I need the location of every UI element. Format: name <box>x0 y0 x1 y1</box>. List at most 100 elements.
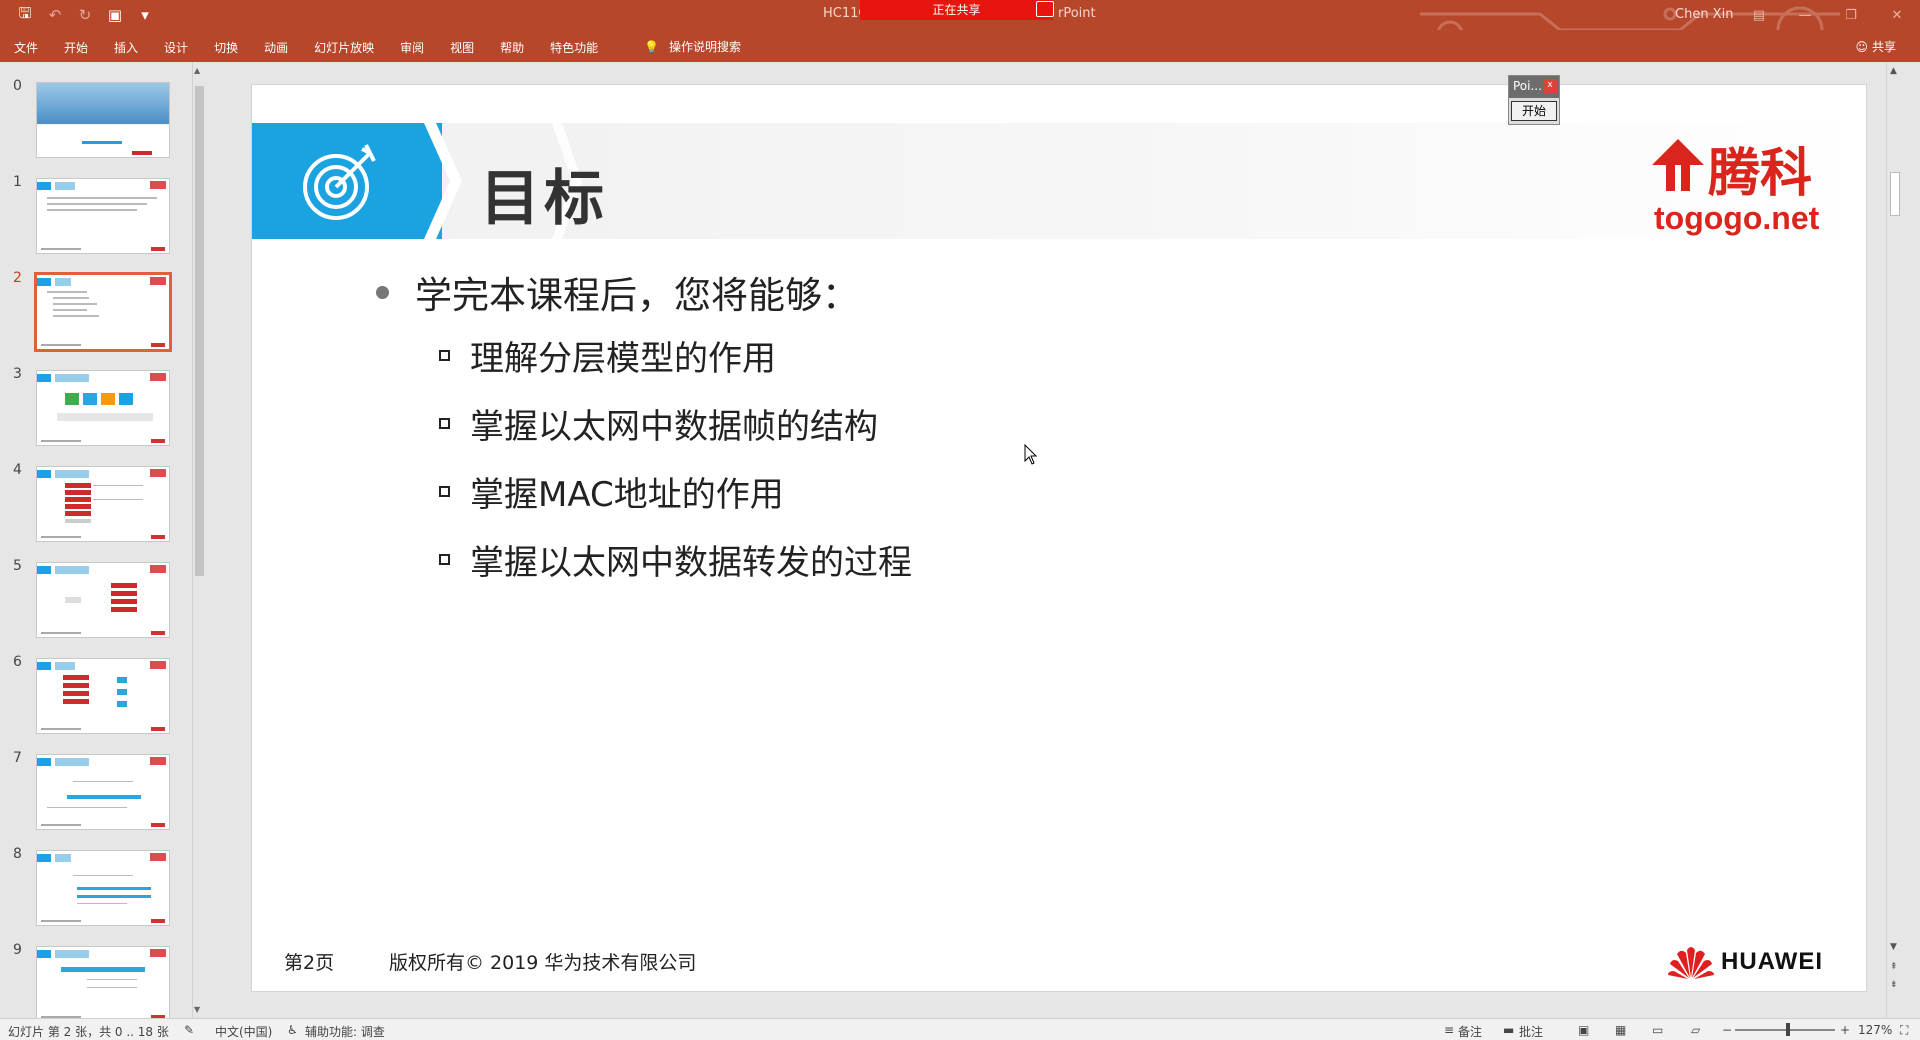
sub-bullet[interactable]: 理解分层模型的作用 <box>439 331 776 380</box>
close-icon[interactable]: ✕ <box>1874 0 1920 30</box>
accessibility-status[interactable]: 辅助功能: 调查 <box>305 1023 385 1040</box>
tab-insert[interactable]: 插入 <box>114 39 138 56</box>
slide-thumbnails-pane: 0 1 2 3 4 5 6 7 8 9 <box>0 62 192 1018</box>
slide-counter[interactable]: 幻灯片 第 2 张，共 0 .. 18 张 <box>8 1023 169 1040</box>
language-indicator[interactable]: 中文(中国) <box>215 1023 272 1040</box>
reading-view-icon[interactable]: ▭ <box>1652 1023 1663 1037</box>
lightbulb-icon: 💡 <box>644 39 659 54</box>
sub-bullet-text: 掌握以太网中数据转发的过程 <box>470 543 912 583</box>
sub-bullet[interactable]: 掌握以太网中数据帧的结构 <box>439 399 878 448</box>
thumbnail-number: 8 <box>13 846 22 862</box>
bullet-square-icon <box>439 418 450 429</box>
slide-thumbnail[interactable] <box>36 850 170 926</box>
togogo-logo-url: togogo.net <box>1654 200 1820 236</box>
thumbnail-row[interactable]: 6 <box>0 650 192 746</box>
bullet-square-icon <box>439 350 450 361</box>
slideshow-view-icon[interactable]: ▱ <box>1691 1023 1700 1037</box>
footer-copyright: 版权所有© 2019 华为技术有限公司 <box>389 952 697 974</box>
accessibility-icon[interactable]: ♿ <box>287 1023 298 1037</box>
slide-thumbnail[interactable] <box>36 754 170 830</box>
previous-slide-icon[interactable]: ⇞ <box>1890 962 1898 972</box>
undo-icon[interactable]: ↶ <box>44 4 66 26</box>
tab-home[interactable]: 开始 <box>64 39 88 56</box>
thumbnail-row[interactable]: 3 <box>0 362 192 458</box>
tab-review[interactable]: 审阅 <box>400 39 424 56</box>
share-button[interactable]: ☺ 共享 <box>1855 38 1896 55</box>
pointer-tool-window[interactable]: Poi... x 开始 <box>1508 75 1560 125</box>
save-icon[interactable]: 🖫 <box>14 4 36 26</box>
slide-scrollbar[interactable]: ▲ ▼ ⇞ ⇟ <box>1886 62 1902 1018</box>
thumbnail-number: 1 <box>13 174 22 190</box>
screen-share-banner[interactable]: 正在共享 <box>860 0 1053 20</box>
zoom-in-icon[interactable]: + <box>1840 1023 1850 1037</box>
thumbnail-row[interactable]: 4 <box>0 458 192 554</box>
tell-me-search[interactable]: 💡 操作说明搜索 <box>644 38 741 55</box>
zoom-slider[interactable] <box>1735 1029 1835 1031</box>
screen-share-icon[interactable] <box>1036 1 1054 17</box>
thumbnail-row[interactable]: 7 <box>0 746 192 842</box>
zoom-slider-thumb[interactable] <box>1786 1023 1790 1036</box>
slide-thumbnail[interactable] <box>36 658 170 734</box>
scroll-up-icon[interactable]: ▲ <box>194 66 200 75</box>
slide-thumbnail[interactable] <box>36 466 170 542</box>
user-name[interactable]: Chen Xin <box>1675 7 1733 22</box>
thumbnails-scrollbar[interactable]: ▲ ▼ <box>192 62 206 1018</box>
slide-thumbnail[interactable] <box>36 370 170 446</box>
thumbnail-row[interactable]: 9 <box>0 938 192 1018</box>
tab-transitions[interactable]: 切换 <box>214 39 238 56</box>
fit-to-window-icon[interactable]: ⛶ <box>1900 1023 1908 1038</box>
ribbon-display-icon[interactable]: ▤ <box>1736 0 1782 30</box>
thumbnail-row[interactable]: 8 <box>0 842 192 938</box>
pointer-window-close-button[interactable]: x <box>1543 79 1557 93</box>
bullet-square-icon <box>439 486 450 497</box>
zoom-out-icon[interactable]: − <box>1722 1023 1732 1037</box>
scroll-up-icon[interactable]: ▲ <box>1890 66 1897 76</box>
tab-design[interactable]: 设计 <box>164 39 188 56</box>
next-slide-icon[interactable]: ⇟ <box>1890 980 1898 990</box>
restore-icon[interactable]: ❐ <box>1828 0 1874 30</box>
notes-button[interactable]: 备注 <box>1458 1023 1482 1040</box>
slide-thumbnail[interactable] <box>36 178 170 254</box>
scroll-down-icon[interactable]: ▼ <box>1890 942 1897 952</box>
tab-slideshow[interactable]: 幻灯片放映 <box>314 39 374 56</box>
bullet-dot-icon <box>376 285 389 299</box>
sub-bullet-text: 理解分层模型的作用 <box>470 339 776 379</box>
scrollbar-handle[interactable] <box>1890 172 1900 216</box>
sub-bullet[interactable]: 掌握以太网中数据转发的过程 <box>439 535 912 584</box>
zoom-level[interactable]: 127% <box>1858 1023 1892 1037</box>
slide-sorter-icon[interactable]: ▦ <box>1615 1023 1626 1037</box>
slide-canvas[interactable]: 目标 腾科 togogo.net 学完本课程后，您将能够： 理解分层模型的作用 … <box>251 84 1867 992</box>
minimize-icon[interactable]: — <box>1782 0 1828 30</box>
thumbnail-row[interactable]: 5 <box>0 554 192 650</box>
customize-qat-icon[interactable]: ▾ <box>134 4 156 26</box>
slide-editing-area: 目标 腾科 togogo.net 学完本课程后，您将能够： 理解分层模型的作用 … <box>206 62 1902 1018</box>
pointer-start-button[interactable]: 开始 <box>1511 101 1557 121</box>
slide-thumbnail-selected[interactable] <box>34 272 172 352</box>
sub-bullet-text: 掌握MAC地址的作用 <box>470 475 784 515</box>
thumbnail-row[interactable]: 0 <box>0 74 192 170</box>
thumbnail-row[interactable]: 1 <box>0 170 192 266</box>
tab-special-features[interactable]: 特色功能 <box>550 39 598 56</box>
tab-animations[interactable]: 动画 <box>264 39 288 56</box>
start-from-beginning-icon[interactable]: ▣ <box>104 4 126 26</box>
tab-help[interactable]: 帮助 <box>500 39 524 56</box>
notes-icon[interactable]: ≡ <box>1444 1023 1454 1037</box>
slide-thumbnail[interactable] <box>36 946 170 1018</box>
main-bullet[interactable]: 学完本课程后，您将能够： <box>376 265 859 319</box>
thumbnail-row-active[interactable]: 2 <box>0 266 192 362</box>
comments-button[interactable]: 批注 <box>1519 1023 1543 1040</box>
scroll-down-icon[interactable]: ▼ <box>194 1005 200 1014</box>
thumbnail-number: 0 <box>13 78 22 94</box>
tab-file[interactable]: 文件 <box>14 39 38 56</box>
tab-view[interactable]: 视图 <box>450 39 474 56</box>
scrollbar-handle[interactable] <box>195 86 204 576</box>
sub-bullet[interactable]: 掌握MAC地址的作用 <box>439 467 784 516</box>
comments-icon[interactable]: ▬ <box>1503 1023 1514 1037</box>
slide-title[interactable]: 目标 <box>480 150 608 237</box>
normal-view-icon[interactable]: ▣ <box>1578 1023 1589 1037</box>
slide-thumbnail[interactable] <box>36 562 170 638</box>
redo-icon[interactable]: ↻ <box>74 4 96 26</box>
thumbnail-number: 7 <box>13 750 22 766</box>
spellcheck-icon[interactable]: ✎ <box>184 1023 194 1037</box>
slide-thumbnail[interactable] <box>36 82 170 158</box>
